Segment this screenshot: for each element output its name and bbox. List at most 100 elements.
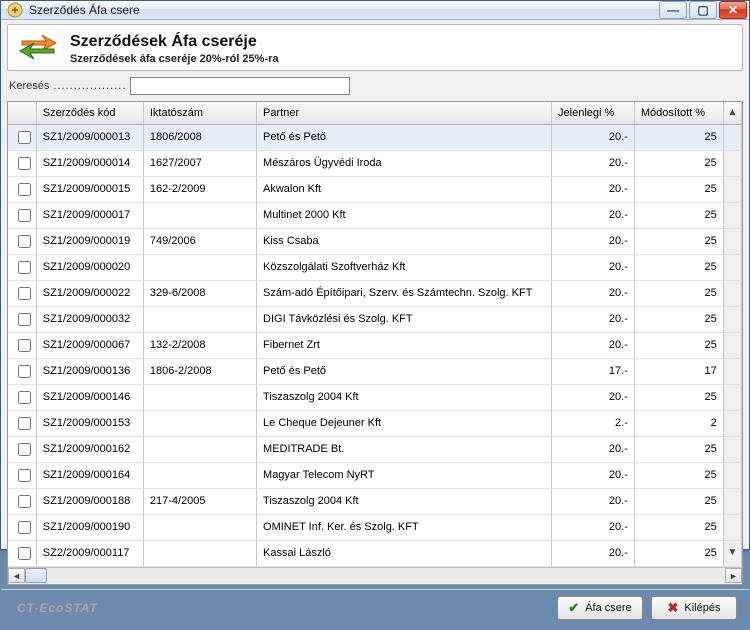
cell-partner: Tiszaszolg 2004 Kft xyxy=(257,488,552,514)
vertical-scrollbar-track[interactable] xyxy=(723,436,741,462)
minimize-button[interactable]: — xyxy=(659,1,687,19)
row-checkbox[interactable] xyxy=(18,157,31,170)
table-row[interactable]: SZ1/2009/000162MEDITRADE Bt.20.-25 xyxy=(8,436,742,462)
cell-ikt xyxy=(143,202,256,228)
cell-modified[interactable]: 25 xyxy=(634,514,723,540)
table-row[interactable]: SZ1/2009/0000141627/2007Mészáros Ügyvédi… xyxy=(8,150,742,176)
cell-code: SZ1/2009/000022 xyxy=(36,280,143,306)
vertical-scrollbar-track[interactable] xyxy=(723,176,741,202)
scroll-track[interactable] xyxy=(25,568,725,583)
scroll-right-button[interactable]: ► xyxy=(725,568,742,583)
row-checkbox[interactable] xyxy=(18,131,31,144)
col-check[interactable] xyxy=(8,102,36,124)
cell-ikt: 1806-2/2008 xyxy=(143,358,256,384)
col-code[interactable]: Szerződés kód xyxy=(36,102,143,124)
vertical-scrollbar-track[interactable] xyxy=(723,228,741,254)
search-input[interactable] xyxy=(130,77,350,95)
row-checkbox[interactable] xyxy=(18,365,31,378)
table-row[interactable]: SZ1/2009/000020Közszolgálati Szoftverház… xyxy=(8,254,742,280)
row-checkbox[interactable] xyxy=(18,443,31,456)
table-row[interactable]: SZ1/2009/000164Magyar Telecom NyRT20.-25 xyxy=(8,462,742,488)
titlebar[interactable]: Szerződés Áfa csere — ▢ ✕ xyxy=(1,1,749,20)
row-checkbox[interactable] xyxy=(18,313,31,326)
table-row[interactable]: SZ1/2009/000022329-6/2008Szám-adó Építői… xyxy=(8,280,742,306)
cell-partner: Kassai László xyxy=(257,540,552,566)
col-modified[interactable]: Módosított % xyxy=(634,102,723,124)
table-row[interactable]: SZ1/2009/000067132-2/2008Fibernet Zrt20.… xyxy=(8,332,742,358)
table-row[interactable]: SZ1/2009/000019749/2006Kiss Csaba20.-25 xyxy=(8,228,742,254)
scrollbar-up[interactable]: ▲ xyxy=(723,102,741,124)
cell-modified[interactable]: 25 xyxy=(634,332,723,358)
cell-partner: Szám-adó Építőipari, Szerv. és Számtechn… xyxy=(257,280,552,306)
row-checkbox[interactable] xyxy=(18,261,31,274)
cell-modified[interactable]: 25 xyxy=(634,124,723,150)
cell-modified[interactable]: 25 xyxy=(634,462,723,488)
cell-modified[interactable]: 25 xyxy=(634,150,723,176)
vertical-scrollbar-track[interactable] xyxy=(723,462,741,488)
vertical-scrollbar-track[interactable] xyxy=(723,150,741,176)
row-checkbox[interactable] xyxy=(18,287,31,300)
close-button[interactable]: ✕ xyxy=(719,1,747,19)
cell-modified[interactable]: 25 xyxy=(634,436,723,462)
table-row[interactable]: SZ2/2009/000117Kassai László20.-25▼ xyxy=(8,540,742,566)
vertical-scrollbar-track[interactable] xyxy=(723,410,741,436)
cell-modified[interactable]: 25 xyxy=(634,306,723,332)
col-ikt[interactable]: Iktatószám xyxy=(143,102,256,124)
row-indicator xyxy=(8,176,36,202)
cell-modified[interactable]: 25 xyxy=(634,202,723,228)
vertical-scrollbar-track[interactable] xyxy=(723,488,741,514)
vertical-scrollbar-track[interactable] xyxy=(723,306,741,332)
table-row[interactable]: SZ1/2009/000153Le Cheque Dejeuner Kft2.-… xyxy=(8,410,742,436)
row-checkbox[interactable] xyxy=(18,495,31,508)
row-checkbox[interactable] xyxy=(18,391,31,404)
vertical-scrollbar-track[interactable] xyxy=(723,358,741,384)
vertical-scrollbar-track[interactable] xyxy=(723,384,741,410)
vertical-scrollbar-track[interactable] xyxy=(723,254,741,280)
row-checkbox[interactable] xyxy=(18,417,31,430)
cell-modified[interactable]: 25 xyxy=(634,540,723,566)
cell-current: 17.- xyxy=(552,358,635,384)
table-row[interactable]: SZ1/2009/000015162-2/2009Akwalon Kft20.-… xyxy=(8,176,742,202)
cell-modified[interactable]: 25 xyxy=(634,254,723,280)
table-row[interactable]: SZ1/2009/000190OMINET Inf. Ker. és Szolg… xyxy=(8,514,742,540)
table-row[interactable]: SZ1/2009/000146Tiszaszolg 2004 Kft20.-25 xyxy=(8,384,742,410)
row-checkbox[interactable] xyxy=(18,183,31,196)
cell-partner: Fibernet Zrt xyxy=(257,332,552,358)
cell-modified[interactable]: 25 xyxy=(634,228,723,254)
cell-modified[interactable]: 25 xyxy=(634,384,723,410)
cell-modified[interactable]: 25 xyxy=(634,488,723,514)
table-row[interactable]: SZ1/2009/0000131806/2008Pető és Pető20.-… xyxy=(8,124,742,150)
cell-current: 20.- xyxy=(552,488,635,514)
vertical-scrollbar-track[interactable] xyxy=(723,124,741,150)
table-row[interactable]: SZ1/2009/0001361806-2/2008Pető és Pető17… xyxy=(8,358,742,384)
row-indicator xyxy=(8,124,36,150)
row-checkbox[interactable] xyxy=(18,339,31,352)
table-row[interactable]: SZ1/2009/000032DIGI Távközlési és Szolg.… xyxy=(8,306,742,332)
grid-table: Szerződés kód Iktatószám Partner Jelenle… xyxy=(8,102,742,567)
table-row[interactable]: SZ1/2009/000188217-4/2005Tiszaszolg 2004… xyxy=(8,488,742,514)
scroll-left-button[interactable]: ◄ xyxy=(8,568,25,583)
horizontal-scrollbar[interactable]: ◄ ► xyxy=(8,567,742,584)
vertical-scrollbar-track[interactable] xyxy=(723,514,741,540)
row-checkbox[interactable] xyxy=(18,235,31,248)
cell-modified[interactable]: 25 xyxy=(634,280,723,306)
cell-current: 20.- xyxy=(552,228,635,254)
table-row[interactable]: SZ1/2009/000017Multinet 2000 Kft20.-25 xyxy=(8,202,742,228)
scroll-thumb[interactable] xyxy=(25,568,47,583)
cell-modified[interactable]: 2 xyxy=(634,410,723,436)
row-checkbox[interactable] xyxy=(18,209,31,222)
vertical-scrollbar-track[interactable] xyxy=(723,202,741,228)
exit-button[interactable]: ✖ Kilépés xyxy=(651,596,737,620)
maximize-button[interactable]: ▢ xyxy=(689,1,717,19)
row-checkbox[interactable] xyxy=(18,469,31,482)
vertical-scrollbar-track[interactable] xyxy=(723,332,741,358)
apply-button[interactable]: ✔ Áfa csere xyxy=(557,596,643,620)
row-checkbox[interactable] xyxy=(18,547,31,560)
col-partner[interactable]: Partner xyxy=(257,102,552,124)
cell-modified[interactable]: 17 xyxy=(634,358,723,384)
col-current[interactable]: Jelenlegi % xyxy=(552,102,635,124)
scrollbar-down[interactable]: ▼ xyxy=(723,540,741,566)
vertical-scrollbar-track[interactable] xyxy=(723,280,741,306)
cell-modified[interactable]: 25 xyxy=(634,176,723,202)
row-checkbox[interactable] xyxy=(18,521,31,534)
